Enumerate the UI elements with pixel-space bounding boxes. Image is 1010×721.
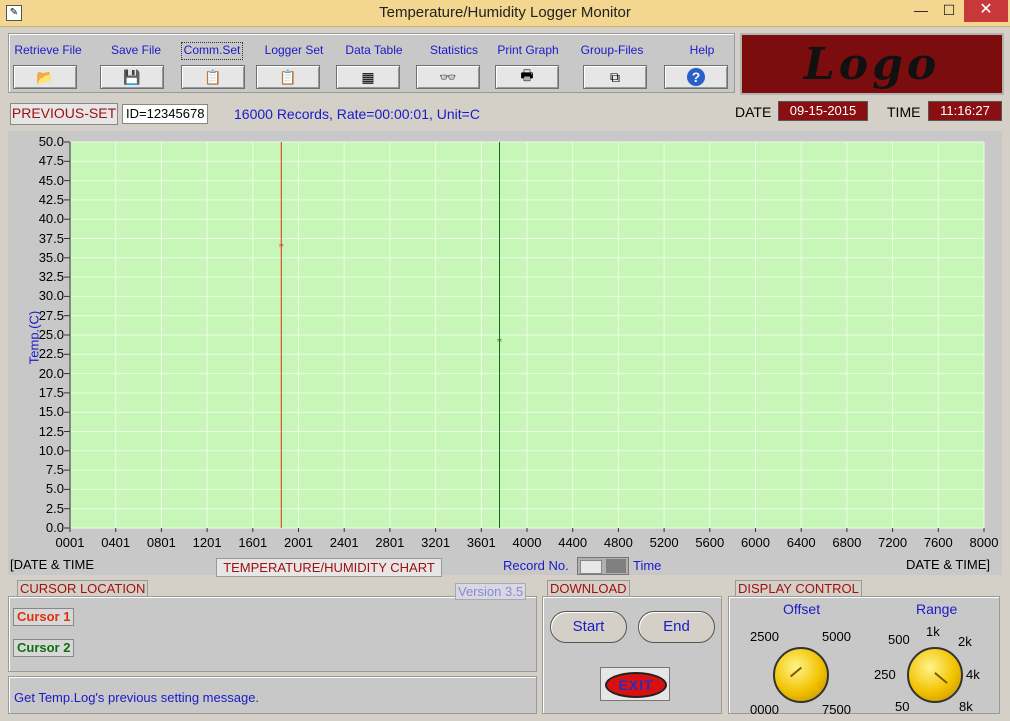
y-tick-label: 50.0: [38, 134, 64, 149]
y-tick-label: 30.0: [38, 288, 64, 304]
y-tick-label: 40.0: [38, 211, 64, 227]
x-tick-label: 6000: [741, 535, 770, 550]
offset-knob-pointer: [789, 666, 803, 678]
y-tick-label: 20.0: [38, 365, 64, 381]
status-message: Get Temp.Log's previous setting message.: [14, 690, 260, 705]
range-tick: 8k: [959, 699, 973, 714]
y-tick-label: 0.0: [45, 520, 64, 535]
y-tick-label: 35.0: [38, 249, 64, 265]
x-tick-label: 0801: [146, 535, 176, 550]
offset-tick: 7500: [822, 702, 851, 717]
range-tick: 4k: [966, 667, 980, 682]
x-tick-label: 5200: [649, 535, 679, 550]
range-knob[interactable]: [907, 647, 963, 703]
offset-label: Offset: [783, 601, 821, 617]
xaxis-mode-toggle[interactable]: [577, 557, 629, 575]
display-control-panel: [728, 596, 1000, 714]
y-tick-label: 12.5: [38, 423, 64, 439]
y-tick-label: 17.5: [38, 384, 64, 400]
cursor-location-title: CURSOR LOCATION: [17, 580, 149, 597]
x-tick-label: 2001: [284, 535, 313, 550]
x-tick-label: 4800: [603, 535, 633, 550]
range-tick: 500: [888, 632, 910, 647]
display-control-title: DISPLAY CONTROL: [735, 580, 862, 597]
y-tick-label: 42.5: [38, 191, 64, 207]
offset-tick: 0000: [750, 702, 779, 717]
cursor-location-panel: [8, 596, 537, 672]
cursor-2-marker: *: [497, 337, 502, 348]
x-tick-label: 2401: [329, 535, 359, 550]
left-datetime-caption: [DATE & TIME: [10, 557, 95, 572]
range-tick: 2k: [958, 634, 972, 649]
download-title: DOWNLOAD: [547, 580, 630, 597]
time-mode-label: Time: [633, 558, 662, 573]
x-tick-label: 0401: [101, 535, 131, 550]
y-tick-label: 45.0: [38, 172, 64, 188]
range-tick: 1k: [926, 624, 940, 639]
offset-knob[interactable]: [773, 647, 829, 703]
cursor-1-marker: *: [279, 242, 284, 253]
range-label: Range: [916, 601, 958, 617]
x-tick-label: 7600: [923, 535, 953, 550]
y-tick-label: 32.5: [38, 269, 64, 285]
cursor-2-button[interactable]: Cursor 2: [13, 639, 75, 657]
x-tick-label: 7200: [878, 535, 908, 550]
x-tick-label: 4400: [558, 535, 588, 550]
offset-tick: 2500: [750, 629, 779, 644]
record-no-label: Record No.: [503, 558, 569, 573]
chart-title: TEMPERATURE/HUMIDITY CHART: [216, 558, 442, 577]
y-tick-label: 2.5: [45, 500, 64, 516]
right-datetime-caption: DATE & TIME]: [906, 557, 991, 572]
toggle-knob: [580, 560, 602, 574]
y-tick-label: 47.5: [38, 153, 64, 169]
y-tick-label: 37.5: [38, 230, 64, 246]
x-tick-label: 5600: [695, 535, 725, 550]
x-tick-label: 6800: [832, 535, 862, 550]
download-start-button[interactable]: Start: [550, 611, 627, 643]
y-axis-label: Temp.(C): [26, 310, 42, 365]
x-tick-label: 0001: [55, 535, 85, 550]
range-knob-pointer: [934, 672, 948, 684]
range-tick: 250: [874, 667, 896, 682]
range-tick: 50: [895, 699, 910, 714]
y-tick-label: 15.0: [38, 404, 64, 420]
x-tick-label: 3201: [421, 535, 451, 550]
y-tick-label: 10.0: [38, 442, 64, 458]
x-tick-label: 1201: [192, 535, 222, 550]
y-tick-label: 7.5: [45, 462, 64, 478]
cursor-1-button[interactable]: Cursor 1: [13, 608, 75, 626]
version-label: Version 3.5: [455, 583, 527, 600]
x-tick-label: 3601: [466, 535, 496, 550]
download-end-button[interactable]: End: [638, 611, 715, 643]
x-tick-label: 2801: [375, 535, 405, 550]
x-tick-label: 4000: [512, 535, 542, 550]
x-tick-label: 6400: [786, 535, 816, 550]
offset-tick: 5000: [822, 629, 851, 644]
x-tick-label: 8000: [969, 535, 999, 550]
exit-button[interactable]: EXIT: [600, 667, 670, 701]
y-tick-label: 5.0: [45, 481, 64, 497]
toggle-track: [606, 559, 626, 573]
x-tick-label: 1601: [238, 535, 268, 550]
exit-sign: EXIT: [605, 672, 667, 698]
